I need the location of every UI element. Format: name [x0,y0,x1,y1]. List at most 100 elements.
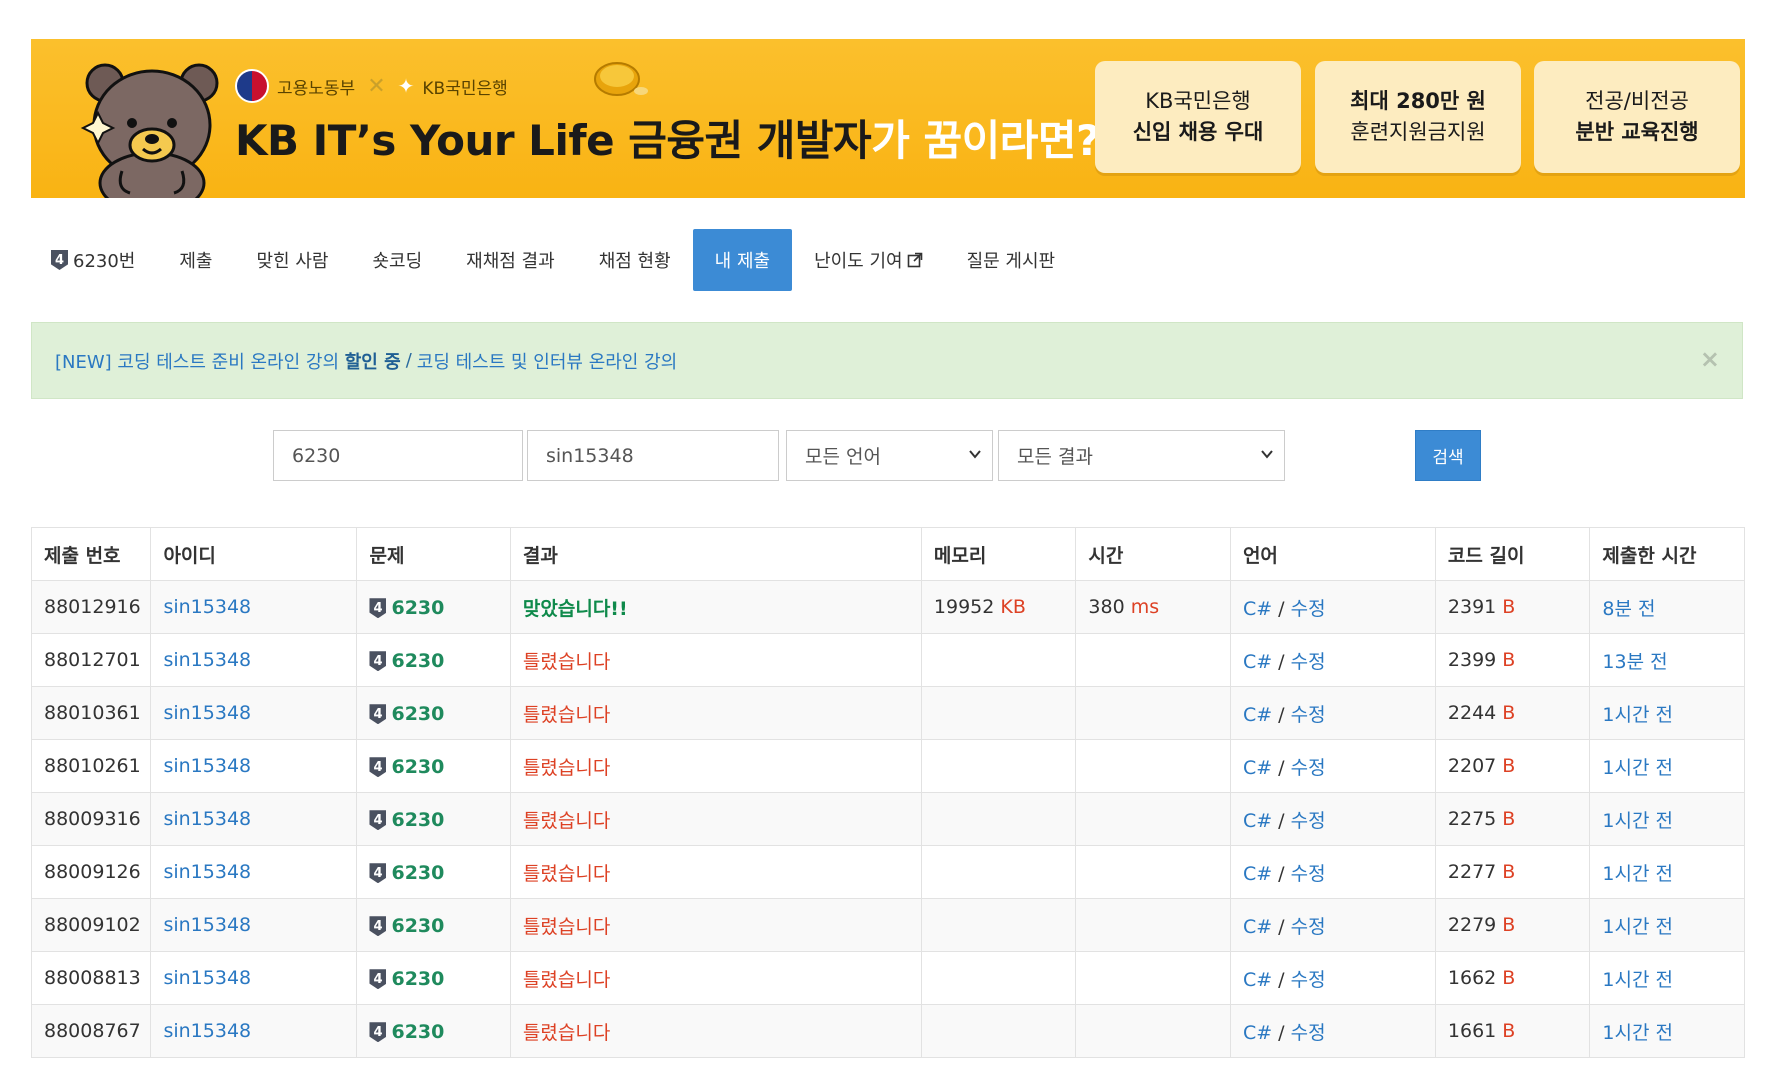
promo-banner[interactable]: 고용노동부 ✕ ✦ KB국민은행 KB IT’s Your Life 금융권 개… [31,39,1745,198]
language-link[interactable]: C# [1243,651,1272,673]
edit-link[interactable]: 수정 [1291,969,1326,991]
language-link[interactable]: C# [1243,757,1272,779]
alert-link-course[interactable]: [NEW] 코딩 테스트 준비 온라인 강의 할인 중 [55,348,401,374]
banner-headline: KB IT’s Your Life 금융권 개발자가 꿈이라면? [235,107,1100,168]
memory-cell [920,845,1077,899]
user-id-cell: sin15348 [150,739,358,793]
code-length-unit: B [1502,755,1516,777]
tab-label: 재채점 결과 [466,251,555,272]
language-select[interactable]: 모든 언어 [786,430,993,481]
header-result: 결과 [509,527,922,581]
search-button[interactable]: 검색 [1415,430,1481,481]
problem-link[interactable]: 4 6230 [369,862,444,884]
code-length-value: 2244 [1447,702,1497,724]
user-link[interactable]: sin15348 [163,861,251,883]
close-icon[interactable]: × [1700,345,1720,373]
submission-id: 88009102 [44,914,141,936]
language-cell: C# / 수정 [1229,1004,1436,1058]
problem-link[interactable]: 4 6230 [369,915,444,937]
user-link[interactable]: sin15348 [163,596,251,618]
user-link[interactable]: sin15348 [163,702,251,724]
language-link[interactable]: C# [1243,704,1272,726]
submitted-at-link[interactable]: 1시간 전 [1602,863,1673,885]
language-link[interactable]: C# [1243,969,1272,991]
problem-link[interactable]: 4 6230 [369,1021,444,1043]
edit-link[interactable]: 수정 [1291,651,1326,673]
chevron-down-icon [1261,450,1273,459]
edit-link[interactable]: 수정 [1291,916,1326,938]
problem-cell: 4 6230 [356,792,511,846]
result-text: 틀렸습니다 [522,809,611,832]
problem-id-input[interactable]: 6230 [273,430,523,481]
edit-link[interactable]: 수정 [1291,704,1326,726]
user-link[interactable]: sin15348 [163,914,251,936]
tab-rejudge-results[interactable]: 재채점 결과 [444,229,577,291]
time-cell [1075,686,1231,740]
problem-number: 6230 [391,915,445,938]
submission-status-table: 제출 번호 아이디 문제 결과 메모리 시간 언어 코드 길이 제출한 시간 8… [30,527,1745,1058]
submitted-at-link[interactable]: 1시간 전 [1602,810,1673,832]
tab-label: 숏코딩 [372,251,423,272]
problem-number: 6230 [391,1021,445,1044]
submitted-at-link[interactable]: 1시간 전 [1602,1022,1673,1044]
result-cell: 틀렸습니다 [509,898,922,952]
tier-badge-icon: 4 [369,916,387,937]
user-link[interactable]: sin15348 [163,808,251,830]
tab-my-submissions[interactable]: 내 제출 [692,229,793,291]
edit-link[interactable]: 수정 [1291,810,1326,832]
submitted-at-link[interactable]: 1시간 전 [1602,757,1673,779]
language-link[interactable]: C# [1243,863,1272,885]
user-link[interactable]: sin15348 [163,1020,251,1042]
tab-short-coding[interactable]: 숏코딩 [350,229,444,291]
user-link[interactable]: sin15348 [163,967,251,989]
tab-solved-users[interactable]: 맞힌 사람 [235,229,351,291]
tab-submit[interactable]: 제출 [157,229,234,291]
promo-alert: [NEW] 코딩 테스트 준비 온라인 강의 할인 중 / 코딩 테스트 및 인… [31,322,1743,399]
submitted-at-link[interactable]: 1시간 전 [1602,916,1673,938]
table-row: 88012916 sin15348 4 6230 맞았습니다!! 19952 KB 380 … [30,580,1745,634]
user-id-input[interactable]: sin15348 [527,430,779,481]
tab-difficulty-contribution[interactable]: 난이도 기여 [792,229,945,291]
tab-problem[interactable]: 4 6230번 [31,229,157,291]
submitted-at-link[interactable]: 1시간 전 [1602,969,1673,991]
submission-id: 88008767 [44,1020,141,1042]
chevron-down-icon [969,450,981,459]
header-language: 언어 [1229,527,1436,581]
code-length-value: 2391 [1447,596,1497,618]
language-link[interactable]: C# [1243,598,1272,620]
tab-label: 채점 현황 [598,251,671,272]
edit-link[interactable]: 수정 [1291,863,1326,885]
code-length-cell: 2244 B [1434,686,1591,740]
user-link[interactable]: sin15348 [163,649,251,671]
submission-id-cell: 88009126 [30,845,152,899]
problem-link[interactable]: 4 6230 [369,650,444,672]
tab-judge-status[interactable]: 채점 현황 [577,229,693,291]
user-id-cell: sin15348 [150,686,358,740]
tab-qna-board[interactable]: 질문 게시판 [945,229,1078,291]
submitted-at-cell: 1시간 전 [1589,686,1745,740]
user-link[interactable]: sin15348 [163,755,251,777]
edit-link[interactable]: 수정 [1291,1022,1326,1044]
submitted-at-link[interactable]: 8분 전 [1602,598,1655,620]
problem-number: 6230 [391,703,445,726]
problem-link[interactable]: 4 6230 [369,703,444,725]
time-cell [1075,739,1231,793]
header-user-id: 아이디 [150,527,358,581]
result-select[interactable]: 모든 결과 [998,430,1285,481]
submission-id-cell: 88009102 [30,898,152,952]
code-length-value: 2277 [1447,861,1497,883]
edit-link[interactable]: 수정 [1291,757,1326,779]
language-link[interactable]: C# [1243,810,1272,832]
language-cell: C# / 수정 [1229,951,1436,1005]
result-text: 틀렸습니다 [522,1021,611,1044]
problem-link[interactable]: 4 6230 [369,809,444,831]
problem-link[interactable]: 4 6230 [369,756,444,778]
alert-link-interview[interactable]: 코딩 테스트 및 인터뷰 온라인 강의 [417,348,677,374]
submitted-at-link[interactable]: 13분 전 [1602,651,1667,673]
language-link[interactable]: C# [1243,916,1272,938]
language-link[interactable]: C# [1243,1022,1272,1044]
submitted-at-link[interactable]: 1시간 전 [1602,704,1673,726]
problem-link[interactable]: 4 6230 [369,968,444,990]
edit-link[interactable]: 수정 [1291,598,1326,620]
problem-link[interactable]: 4 6230 [369,597,444,619]
